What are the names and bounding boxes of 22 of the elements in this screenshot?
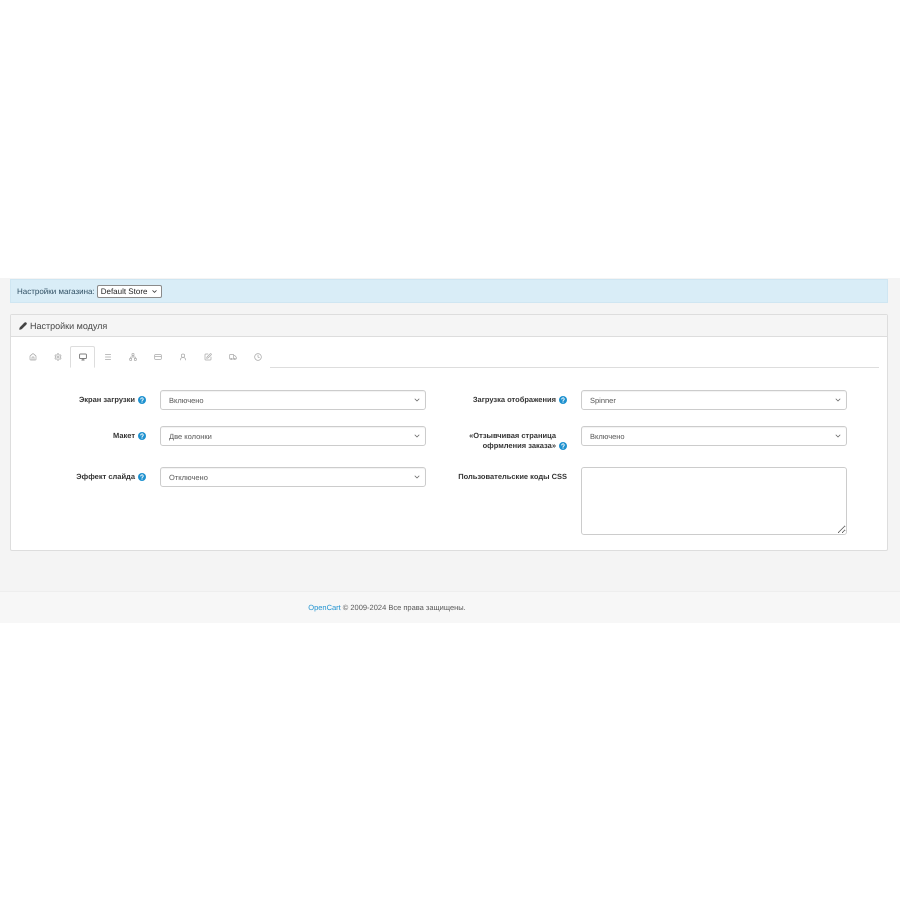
- clock-icon: [254, 353, 262, 361]
- textarea-field[interactable]: [581, 467, 847, 535]
- network-icon: [128, 353, 136, 361]
- monitor-icon: [78, 353, 86, 361]
- home-icon: [28, 353, 36, 361]
- user-icon: [178, 353, 186, 361]
- store-label: Настройки магазина:: [17, 286, 95, 296]
- truck-icon: [228, 353, 236, 361]
- edit-icon: [204, 353, 212, 361]
- caret-icon: [413, 432, 421, 440]
- caret-icon: [151, 288, 158, 294]
- gear-icon: [54, 353, 62, 361]
- caret-icon: [413, 473, 421, 481]
- menu-icon: [104, 353, 112, 361]
- store-select[interactable]: Default Store: [96, 284, 162, 298]
- credit-card-icon: [154, 353, 162, 361]
- pencil-icon: [19, 322, 27, 330]
- tab[interactable]: [70, 346, 95, 368]
- caret-icon: [413, 396, 421, 404]
- panel-title: Настройки модуля: [30, 320, 108, 330]
- caret-icon: [834, 396, 842, 404]
- caret-icon: [834, 432, 842, 440]
